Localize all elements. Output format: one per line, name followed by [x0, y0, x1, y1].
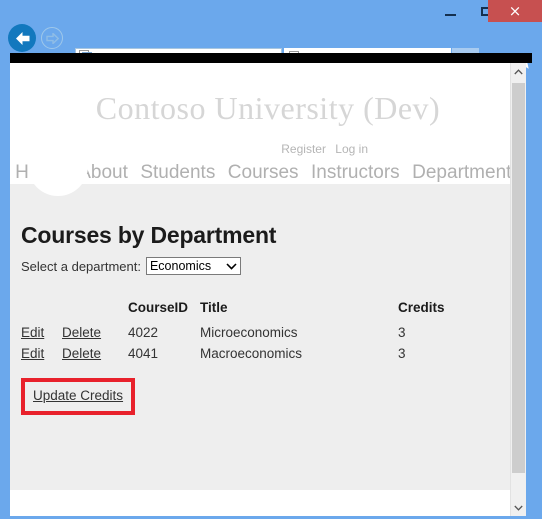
department-select[interactable]: Economics [145, 257, 241, 275]
close-icon: × [508, 1, 522, 20]
cell-credits: 3 [398, 346, 406, 361]
register-link[interactable]: Register [281, 142, 326, 156]
scroll-up-icon[interactable] [511, 63, 526, 80]
cell-title: Microeconomics [200, 325, 298, 340]
table-header-row: CourseID Title Credits [21, 300, 458, 322]
minimize-icon [444, 13, 456, 16]
page-viewport: Contoso University (Dev) Register Log in… [10, 63, 526, 516]
table-row: Edit Delete 4022 Microeconomics 3 [21, 322, 458, 343]
chevron-down-icon [224, 262, 240, 270]
row-actions: Edit Delete [21, 322, 128, 343]
auth-links: Register Log in [275, 142, 368, 156]
site-brand: Contoso University (Dev) [95, 90, 441, 126]
close-button[interactable]: × [488, 0, 542, 22]
back-arrow-icon [15, 31, 29, 45]
column-header-actions [21, 300, 128, 322]
scroll-down-icon[interactable] [511, 499, 526, 516]
department-filter: Select a department: Economics [21, 257, 241, 275]
page-content: Courses by Department Select a departmen… [10, 136, 526, 490]
login-link[interactable]: Log in [335, 142, 368, 156]
courses-table: CourseID Title Credits Edit Delete 4022 … [21, 300, 458, 364]
edit-link[interactable]: Edit [21, 325, 44, 340]
forward-button[interactable] [41, 27, 63, 49]
page-scrollbar[interactable] [510, 63, 526, 516]
back-button[interactable] [8, 24, 36, 52]
department-selected-value: Economics [149, 259, 212, 273]
edit-link[interactable]: Edit [21, 346, 44, 361]
column-header-title: Title [200, 300, 228, 315]
department-label: Select a department: [21, 258, 141, 274]
scrollbar-thumb[interactable] [512, 83, 525, 473]
minimize-button[interactable] [434, 0, 466, 22]
update-credits-highlight: Update Credits [21, 378, 136, 415]
cell-course-id: 4022 [128, 325, 159, 340]
page-top-band [10, 53, 532, 63]
nav-item-instructors[interactable]: Instructors [311, 162, 400, 184]
decorative-circle [28, 136, 88, 196]
nav-item-departments[interactable]: Departments [412, 162, 521, 184]
column-header-course-id: CourseID [128, 300, 189, 315]
nav-item-courses[interactable]: Courses [228, 162, 299, 184]
cell-course-id: 4041 [128, 346, 159, 361]
row-actions: Edit Delete [21, 343, 128, 364]
cell-credits: 3 [398, 325, 406, 340]
delete-link[interactable]: Delete [62, 325, 101, 340]
title-bar: × [0, 0, 542, 22]
cell-title: Macroeconomics [200, 346, 303, 361]
column-header-credits: Credits [398, 300, 445, 315]
table-row: Edit Delete 4041 Macroeconomics 3 [21, 343, 458, 364]
delete-link[interactable]: Delete [62, 346, 101, 361]
nav-item-students[interactable]: Students [140, 162, 215, 184]
forward-arrow-icon [45, 32, 59, 44]
update-credits-link[interactable]: Update Credits [33, 388, 123, 403]
page-title: Courses by Department [21, 222, 277, 248]
browser-window: × http:// [0, 0, 542, 519]
browser-toolbar: http://localhost:214 [0, 22, 542, 74]
